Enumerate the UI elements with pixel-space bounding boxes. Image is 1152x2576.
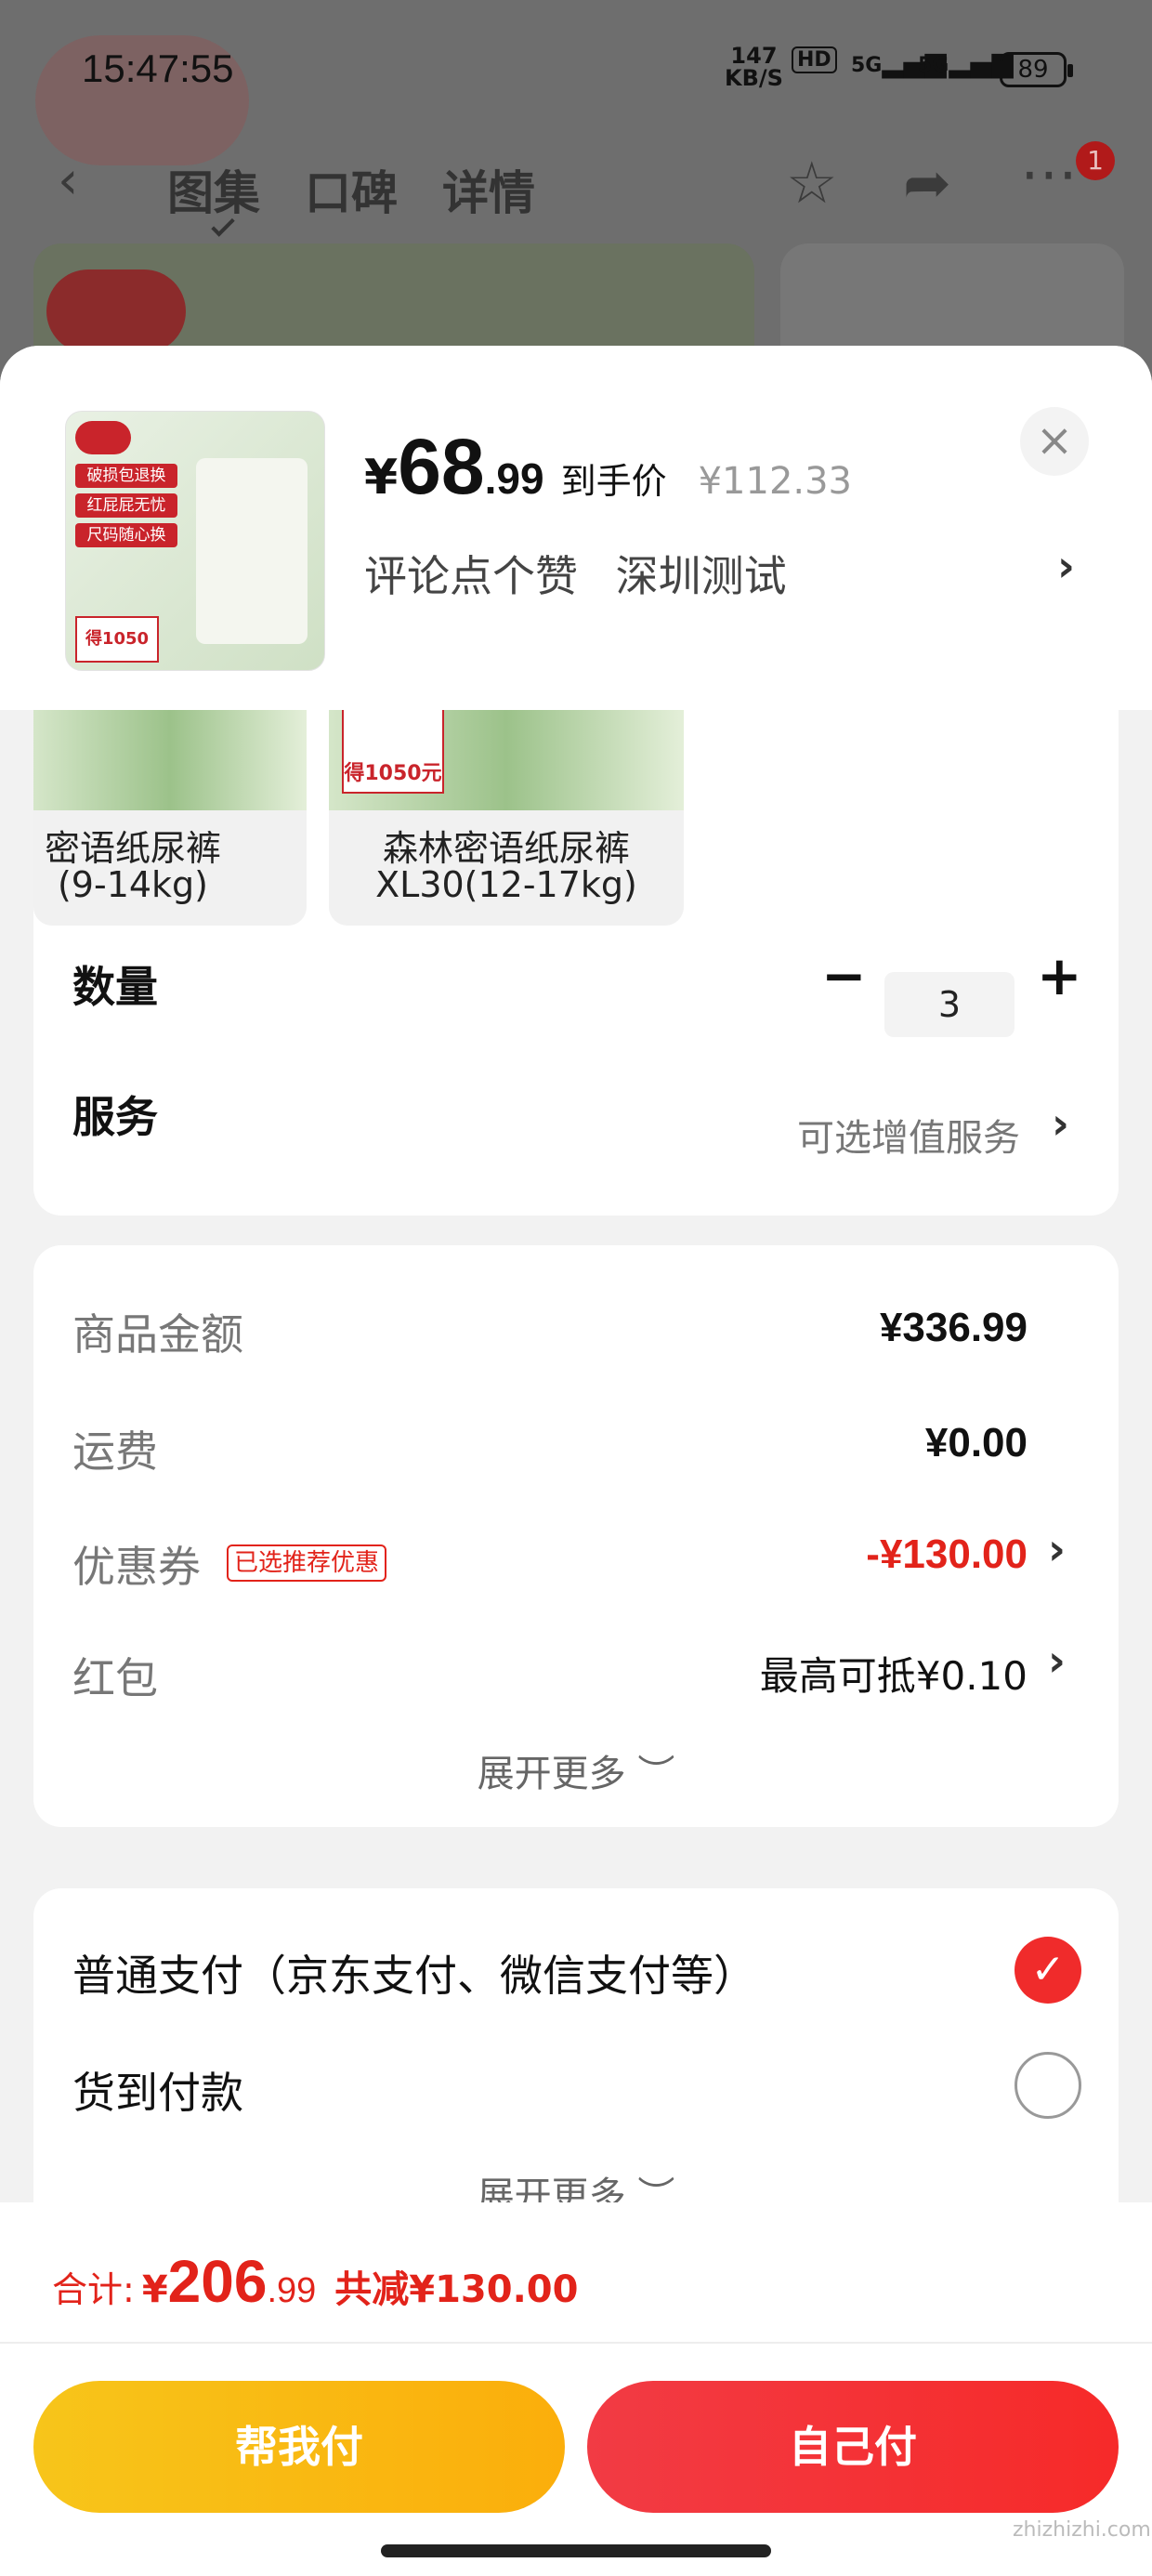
total-saved: 共减¥130.00 [334,2268,579,2311]
huggies-logo [75,421,131,454]
close-icon[interactable]: × [1020,407,1089,476]
brand-logo-small [46,269,186,353]
thumb-label: 红屁屁无忧 [75,493,177,518]
battery-icon: 89 [1000,52,1073,87]
variant-size: (9-14kg) [57,864,209,905]
selected-option-2: 深圳测试 [615,551,787,601]
price-label: 到手价 [560,461,667,502]
purchase-sheet: 破损包退换 红屁屁无忧 尺码随心换 得1050元 ¥ 68 .99 到手价 ¥1… [0,346,1152,2576]
product-header: 破损包退换 红屁屁无忧 尺码随心换 得1050元 ¥ 68 .99 到手价 ¥1… [0,346,1152,710]
selected-option-1: 评论点个赞 [364,551,578,601]
expand-more-button[interactable]: 展开更多 ︶ [33,1743,1119,1797]
price-decimal: .99 [484,454,544,503]
goods-amount-label: 商品金额 [72,1309,243,1360]
checkout-footer: 合计: ¥ 206 .99 共减¥130.00 帮我付 自己付 zhizhizh… [0,2202,1152,2576]
status-time: 15:47:55 [82,46,234,90]
service-label: 服务 [72,1092,158,1142]
tab-gallery[interactable]: 图集 [167,156,260,223]
variant-name: 森林密语纸尿裤 [382,828,630,869]
checked-icon[interactable]: ✓ [1015,1937,1081,2004]
watermark: zhizhizhi.com [1013,2518,1151,2542]
quantity-increase-button[interactable]: + [1037,944,1082,1007]
hd-icon: HD [792,46,837,73]
back-icon[interactable]: ‹ [58,155,95,207]
chevron-right-icon[interactable]: › [1052,1098,1069,1149]
price-integer: 68 [398,423,485,510]
help-pay-button[interactable]: 帮我付 [33,2381,565,2513]
chevron-right-icon[interactable]: › [1048,1524,1066,1574]
self-pay-button[interactable]: 自己付 [587,2381,1119,2513]
variant-promo-tag: 得1050元 [342,710,444,794]
quantity-decrease-button[interactable]: − [821,944,867,1007]
share-icon[interactable]: ➦ [903,149,951,217]
signal-label-1: 5G [851,54,883,77]
net-speed-unit: KB/S [725,65,783,91]
cart-badge: 1 [1076,141,1115,180]
diaper-pack-image [196,458,308,644]
red-packet-label: 红包 [72,1653,158,1703]
coupon-recommend-badge: 已选推荐优惠 [227,1544,387,1582]
original-price: ¥112.33 [698,460,853,503]
total-decimal: .99 [267,2271,317,2310]
total-integer: 206 [167,2248,268,2315]
chevron-right-icon[interactable]: › [1057,541,1075,591]
net-speed: 147 KB/S [725,45,783,89]
thumb-price-tag: 得1050元 [75,616,159,663]
shipping-label: 运费 [72,1426,158,1477]
variant-name: 密语纸尿裤 [44,828,221,869]
goods-amount-value: ¥336.99 [879,1305,1028,1350]
coupon-label: 优惠券 [72,1542,201,1592]
payment-option-online[interactable]: 普通支付（京东支付、微信支付等） [72,1942,756,2004]
variant-image [33,710,307,810]
net-speed-value: 147 [730,43,778,69]
shipping-value: ¥0.00 [924,1420,1028,1465]
total-currency: ¥ [141,2268,168,2311]
selected-options[interactable]: 评论点个赞 深圳测试 [364,543,811,604]
tab-reviews[interactable]: 口碑 [305,156,398,223]
quantity-input[interactable]: 3 [884,972,1015,1037]
more-icon[interactable]: ⋯ [1020,139,1078,207]
star-icon[interactable]: ☆ [786,149,838,217]
status-bar: 15:47:55 147 KB/S HD 5G▂▄▆ 5G▂▄▆ 89 [0,37,1152,102]
coupon-value[interactable]: -¥130.00 [866,1531,1028,1578]
fee-card: 商品金额 ¥336.99 运费 ¥0.00 优惠券 已选推荐优惠 -¥130.0… [33,1245,1119,1827]
signal-label-2: 5G [918,54,949,77]
home-indicator[interactable] [381,2544,771,2557]
tab-details[interactable]: 详情 [442,156,535,223]
price-row: ¥ 68 .99 到手价 ¥112.33 [364,422,852,515]
page-tabs: 图集 口碑 详情 [167,156,535,223]
thumb-label: 破损包退换 [75,464,177,488]
service-value[interactable]: 可选增值服务 [797,1108,1020,1162]
quantity-label: 数量 [72,962,158,1012]
thumb-label: 尺码随心换 [75,523,177,547]
chevron-right-icon[interactable]: › [1048,1636,1066,1686]
price-currency: ¥ [364,450,399,506]
total-label: 合计: [52,2269,135,2310]
product-thumbnail[interactable]: 破损包退换 红屁屁无忧 尺码随心换 得1050元 [65,411,325,671]
payment-option-cod[interactable]: 货到付款 [72,2059,243,2121]
variant-option[interactable]: 密语纸尿裤 (9-14kg) [33,710,307,926]
divider [0,2342,1152,2344]
variant-option[interactable]: 得1050元 森林密语纸尿裤 XL30(12-17kg) [329,710,684,926]
unchecked-radio-icon[interactable] [1015,2052,1081,2119]
variant-size: XL30(12-17kg) [375,864,637,905]
total-row: 合计: ¥ 206 .99 共减¥130.00 [52,2247,578,2316]
red-packet-value[interactable]: 最高可抵¥0.10 [760,1645,1028,1702]
